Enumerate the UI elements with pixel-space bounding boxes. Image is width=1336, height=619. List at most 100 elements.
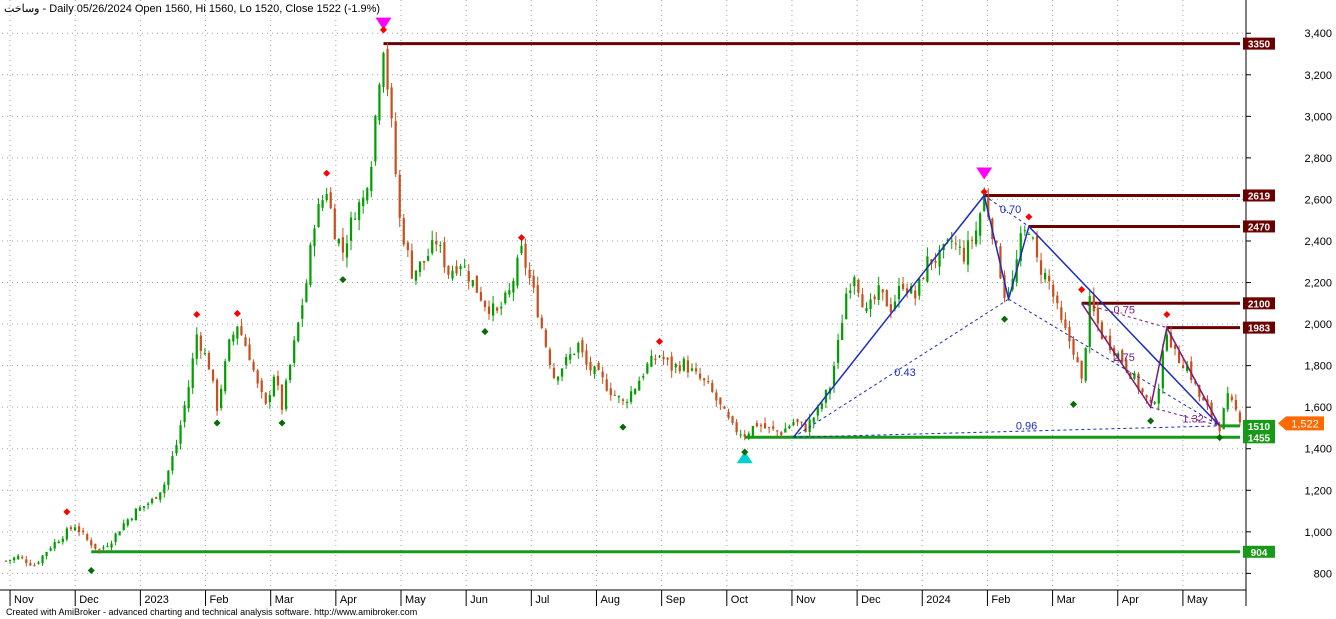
- candle-body: [248, 344, 251, 361]
- peak-dot: [1025, 213, 1033, 221]
- candle-body: [950, 240, 953, 242]
- candle-body: [260, 380, 263, 393]
- x-tick-label: May: [1187, 594, 1208, 606]
- candle-body: [776, 430, 779, 432]
- candle-body: [475, 275, 478, 293]
- ratio-label: 0.75: [1114, 304, 1135, 316]
- candle-body: [1048, 275, 1051, 282]
- candle-body: [496, 307, 499, 311]
- trough-dot: [213, 419, 221, 427]
- candle-body: [333, 208, 336, 240]
- candle-body: [471, 280, 474, 287]
- candle-body: [394, 121, 397, 175]
- candle-body: [690, 368, 694, 371]
- candle-body: [4, 560, 8, 562]
- candle-body: [650, 355, 653, 367]
- trough-dot: [1000, 315, 1009, 323]
- trough-dot: [619, 423, 627, 431]
- candle-body: [402, 218, 405, 245]
- candle-body: [82, 530, 85, 533]
- candle-body: [167, 470, 170, 486]
- candle-body: [240, 326, 243, 336]
- candle-body: [358, 202, 361, 221]
- candle-body: [118, 531, 121, 536]
- pattern-legs: [792, 193, 1221, 438]
- candle-body: [682, 358, 685, 371]
- candle-body: [885, 290, 888, 307]
- candle-body: [520, 245, 523, 254]
- y-tick-label: 1,800: [1304, 361, 1332, 373]
- candle-body: [504, 292, 507, 304]
- candle-body: [146, 503, 150, 505]
- candle-body: [654, 358, 657, 360]
- candle-body: [780, 432, 783, 436]
- candle-body: [889, 304, 892, 313]
- candle-body: [577, 342, 580, 353]
- candle-body: [309, 244, 312, 285]
- y-tick-label: 2,400: [1304, 236, 1332, 248]
- candle-body: [1226, 393, 1229, 410]
- x-tick-label: May: [405, 594, 426, 606]
- candle-body: [57, 541, 60, 544]
- candle-body: [524, 243, 527, 268]
- x-tick-label: Sep: [666, 594, 686, 606]
- candle-body: [1092, 295, 1095, 312]
- candle-body: [877, 285, 880, 300]
- x-tick-label: Mar: [275, 594, 294, 606]
- candle-body: [25, 559, 28, 563]
- candle-body: [297, 322, 300, 342]
- peak-dot: [233, 309, 241, 318]
- candle-body: [597, 362, 600, 370]
- candle-body: [508, 290, 511, 295]
- candle-body: [560, 368, 564, 377]
- candle-body: [544, 329, 547, 347]
- y-tick-label: 2,000: [1304, 319, 1332, 331]
- chart-ohlc-text: - Daily 05/26/2024 Open 1560, Hi 1560, L…: [39, 3, 381, 15]
- candle-body: [443, 242, 446, 268]
- candle-body: [236, 326, 239, 339]
- peak-dot: [655, 337, 664, 346]
- candle-body: [29, 563, 32, 566]
- candle-body: [869, 299, 872, 310]
- candle-body: [629, 391, 633, 402]
- x-tick-label: Oct: [731, 594, 748, 606]
- candle-body: [719, 397, 722, 405]
- candle-body: [313, 228, 316, 247]
- candle-body: [73, 527, 77, 531]
- candle-body: [487, 306, 491, 314]
- candle-body: [1060, 307, 1063, 320]
- candle-body: [447, 266, 450, 275]
- candle-body: [171, 456, 174, 471]
- candle-body: [252, 361, 255, 371]
- candle-body: [370, 166, 373, 192]
- candle-body: [873, 296, 876, 300]
- candle-body: [362, 197, 365, 207]
- candle-body: [264, 392, 267, 404]
- candle-body: [1031, 237, 1035, 239]
- trough-dot: [87, 566, 95, 575]
- candle-body: [13, 557, 16, 561]
- candle-body: [1096, 307, 1099, 324]
- candle-body: [187, 387, 190, 409]
- candle-body: [751, 425, 754, 436]
- candle-body: [37, 562, 40, 564]
- candle-body: [849, 290, 852, 293]
- candle-body: [374, 115, 377, 162]
- level-label-904: 904: [1251, 548, 1268, 559]
- candle-body: [1043, 272, 1047, 280]
- candle-body: [175, 445, 178, 454]
- candle-body: [435, 241, 438, 245]
- price-chart: 0.70 0.43 0.96 0.75 2.75 1.32 800 1,000 1,200 1,…: [0, 0, 1332, 606]
- trough-dot: [741, 448, 749, 456]
- y-tick-label: 2,200: [1304, 278, 1332, 290]
- candle-body: [1181, 365, 1185, 369]
- candle-body: [459, 266, 462, 270]
- peak-dot: [379, 26, 388, 34]
- candle-body: [865, 307, 868, 312]
- x-tick-label: Apr: [340, 594, 357, 606]
- candle-body: [678, 365, 681, 372]
- y-tick-label: 1,000: [1304, 527, 1332, 539]
- candle-body: [1088, 295, 1091, 347]
- candle-body: [841, 322, 844, 340]
- candle-body: [731, 416, 734, 424]
